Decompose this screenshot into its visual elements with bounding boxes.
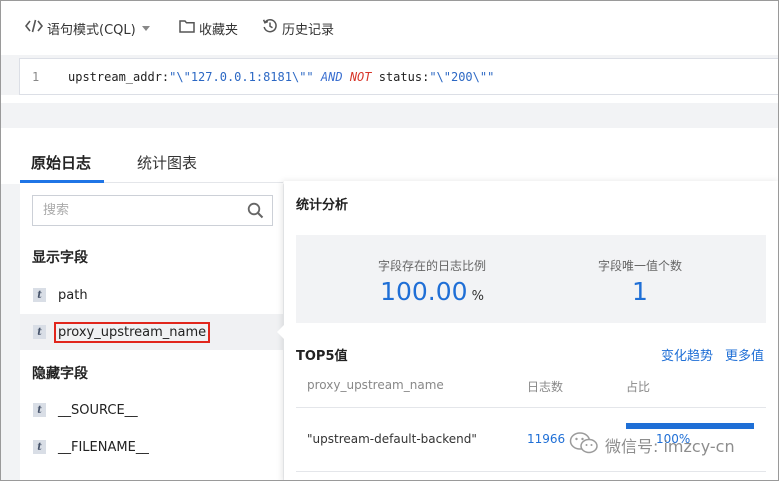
text-type-icon: t bbox=[33, 403, 46, 417]
ratio-number: 100.00 bbox=[380, 277, 468, 306]
stat-value: 100.00% bbox=[332, 277, 532, 306]
field-panel: 显示字段 t path t proxy_upstream_name 隐藏字段 t… bbox=[20, 183, 283, 480]
history-label: 历史记录 bbox=[282, 22, 335, 38]
search-icon[interactable] bbox=[247, 202, 264, 223]
stat-unique-count: 字段唯一值个数 1 bbox=[540, 257, 740, 306]
history-button[interactable]: 历史记录 bbox=[262, 18, 334, 38]
trend-link[interactable]: 变化趋势 bbox=[661, 345, 713, 364]
popup-title: 统计分析 bbox=[296, 198, 349, 213]
chevron-down-icon bbox=[141, 25, 150, 31]
row-divider bbox=[296, 471, 766, 472]
row-value: "upstream-default-backend" bbox=[307, 432, 477, 446]
field-search-input[interactable] bbox=[33, 196, 243, 225]
row-count-link[interactable]: 11966 bbox=[527, 432, 565, 446]
stat-label: 字段唯一值个数 bbox=[597, 259, 682, 273]
wechat-watermark: 微信号: imzcy-cn bbox=[569, 431, 735, 459]
text-type-icon: t bbox=[33, 288, 46, 302]
stats-summary: 字段存在的日志比例 100.00% 字段唯一值个数 1 bbox=[296, 235, 766, 323]
more-values-link[interactable]: 更多值 bbox=[725, 345, 764, 364]
query-editor[interactable]: 1 upstream_addr:"\"127.0.0.1:8181\"" AND… bbox=[19, 58, 778, 95]
percent-bar-fill bbox=[626, 423, 754, 429]
folder-icon bbox=[179, 19, 199, 37]
field-item-label: __SOURCE__ bbox=[58, 402, 138, 418]
column-header-count: 日志数 bbox=[527, 380, 564, 394]
hidden-fields-title: 隐藏字段 bbox=[32, 366, 88, 382]
field-item-source[interactable]: t __SOURCE__ bbox=[20, 392, 283, 428]
editor-bottom-band bbox=[1, 95, 778, 103]
field-item-label: __FILENAME__ bbox=[58, 439, 149, 455]
field-search bbox=[32, 195, 273, 226]
token-keyword-and: AND bbox=[320, 70, 343, 84]
popup-pointer bbox=[277, 325, 284, 339]
top5-title: TOP5值 bbox=[296, 349, 348, 364]
column-header-value: proxy_upstream_name bbox=[307, 378, 444, 392]
code-brackets-icon bbox=[24, 19, 47, 37]
shown-fields-title: 显示字段 bbox=[32, 250, 88, 266]
result-tabs: 原始日志 统计图表 bbox=[1, 128, 778, 184]
tab-charts[interactable]: 统计图表 bbox=[137, 152, 197, 173]
column-header-percent: 占比 bbox=[626, 380, 651, 394]
field-item-filename[interactable]: t __FILENAME__ bbox=[20, 429, 283, 465]
header-divider bbox=[296, 407, 766, 408]
field-item-label: proxy_upstream_name bbox=[54, 321, 211, 343]
text-type-icon: t bbox=[33, 325, 46, 339]
field-item-path[interactable]: t path bbox=[20, 277, 283, 313]
line-number: 1 bbox=[32, 70, 40, 84]
tab-raw-logs[interactable]: 原始日志 bbox=[31, 152, 91, 173]
stat-label: 字段存在的日志比例 bbox=[377, 259, 486, 273]
stat-value: 1 bbox=[632, 277, 648, 306]
field-item-label: path bbox=[58, 287, 88, 303]
favorites-button[interactable]: 收藏夹 bbox=[179, 18, 238, 38]
stat-existence-ratio: 字段存在的日志比例 100.00% bbox=[332, 257, 532, 306]
screen-frame: 语句模式(CQL) 收藏夹 历史记录 1 upstream_addr:"\"12… bbox=[0, 0, 779, 481]
query-toolbar: 语句模式(CQL) 收藏夹 历史记录 bbox=[1, 1, 778, 55]
favorites-label: 收藏夹 bbox=[199, 22, 239, 38]
mode-label: 语句模式(CQL) bbox=[47, 22, 136, 38]
query-code[interactable]: upstream_addr:"\"127.0.0.1:8181\"" AND N… bbox=[68, 70, 494, 84]
mode-selector[interactable]: 语句模式(CQL) bbox=[24, 18, 150, 38]
token-keyword-not: NOT bbox=[349, 70, 372, 84]
text-type-icon: t bbox=[33, 440, 46, 454]
history-icon bbox=[262, 18, 282, 38]
percent-bar bbox=[626, 423, 754, 429]
token-string-addr: "\"127.0.0.1:8181\"" bbox=[169, 70, 314, 84]
token-field-upstream-addr: upstream_addr: bbox=[68, 70, 170, 84]
watermark-text: 微信号: imzcy-cn bbox=[605, 437, 735, 456]
token-field-status: status: bbox=[378, 70, 430, 84]
token-string-status: "\"200\"" bbox=[429, 70, 495, 84]
field-item-proxy-upstream-name[interactable]: t proxy_upstream_name bbox=[20, 314, 283, 350]
wechat-icon bbox=[569, 431, 605, 459]
ratio-unit: % bbox=[471, 289, 484, 304]
